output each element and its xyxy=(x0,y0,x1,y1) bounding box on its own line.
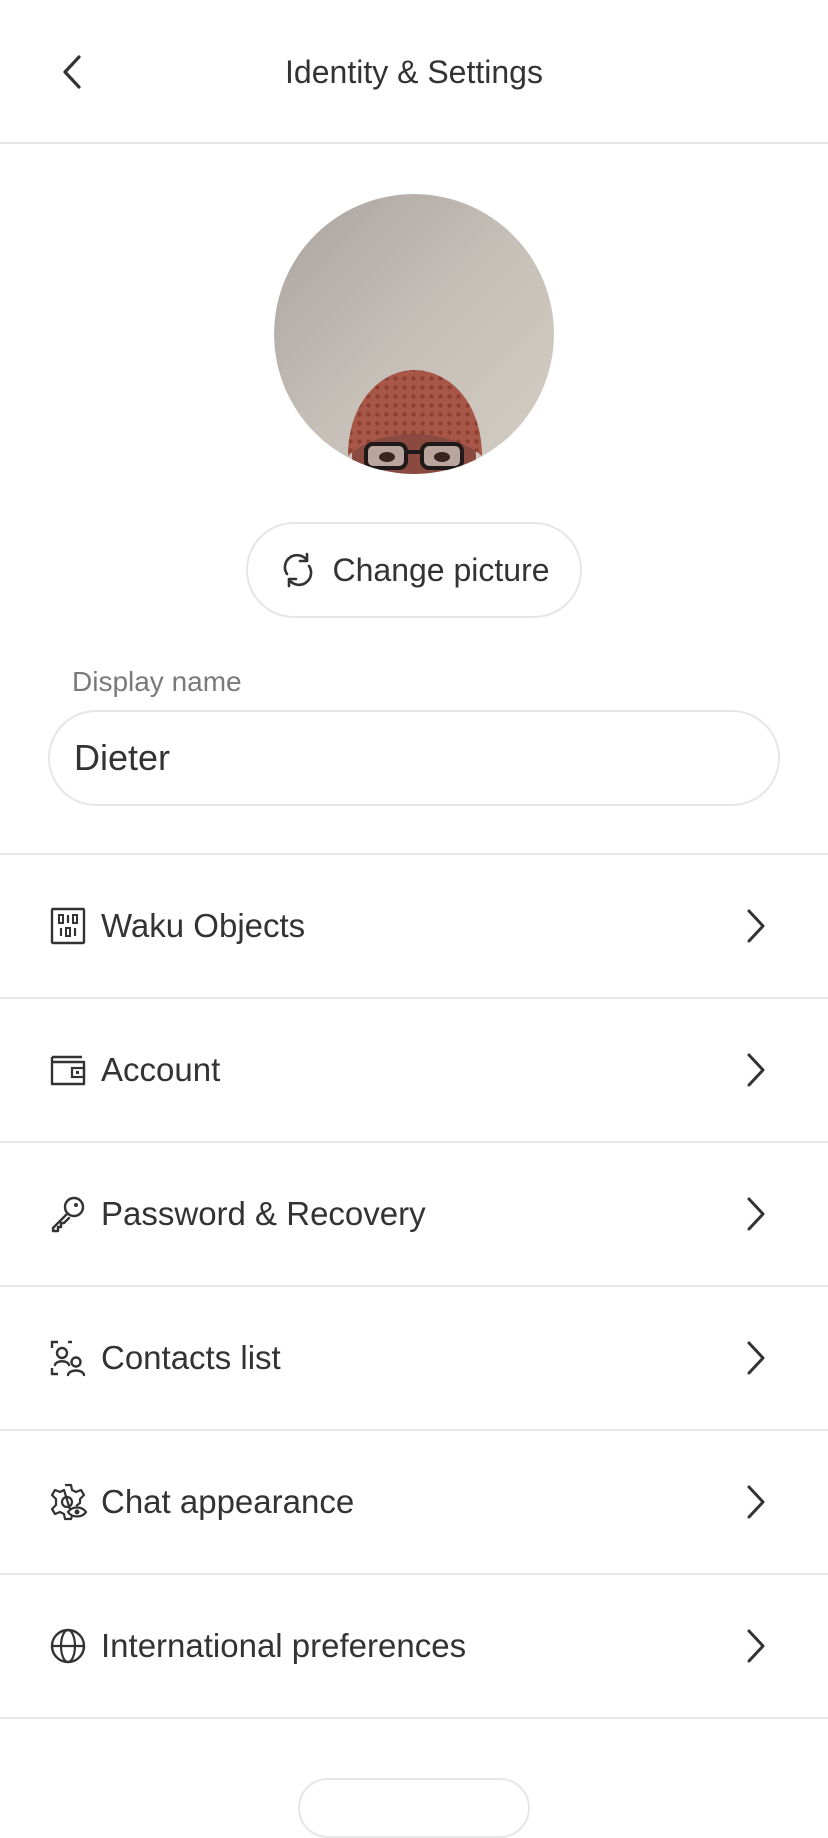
menu-item-contacts-list[interactable]: Contacts list xyxy=(0,1287,828,1431)
menu-item-label: Contacts list xyxy=(101,1339,281,1376)
display-name-input[interactable] xyxy=(48,710,780,806)
chevron-right-icon xyxy=(738,1194,774,1234)
chevron-right-icon xyxy=(738,1482,774,1522)
top-bar: Identity & Settings xyxy=(0,0,828,144)
chevron-right-icon xyxy=(738,1338,774,1378)
chevron-right-icon xyxy=(738,906,774,946)
menu-item-label: Account xyxy=(101,1051,221,1088)
menu-item-label: Chat appearance xyxy=(101,1483,355,1520)
change-picture-button[interactable]: Change picture xyxy=(246,522,582,618)
change-picture-label: Change picture xyxy=(332,551,550,588)
settings-view-icon xyxy=(48,1482,88,1522)
menu-item-international-preferences[interactable]: International preferences xyxy=(0,1575,828,1719)
avatar[interactable] xyxy=(274,194,554,474)
refresh-icon xyxy=(278,550,318,590)
menu-item-account[interactable]: Account xyxy=(0,999,828,1143)
menu-item-chat-appearance[interactable]: Chat appearance xyxy=(0,1431,828,1575)
contacts-icon xyxy=(48,1338,88,1378)
menu-item-password-recovery[interactable]: Password & Recovery xyxy=(0,1143,828,1287)
settings-menu: Waku Objects Account Password & Recovery xyxy=(0,853,828,1719)
wallet-icon xyxy=(48,1050,88,1090)
bottom-action-button[interactable] xyxy=(298,1778,530,1838)
display-name-label: Display name xyxy=(72,666,242,697)
chevron-right-icon xyxy=(738,1050,774,1090)
menu-item-label: International preferences xyxy=(101,1627,467,1664)
globe-icon xyxy=(48,1626,88,1666)
page-title: Identity & Settings xyxy=(285,54,543,90)
objects-grid-icon xyxy=(48,906,88,946)
menu-item-waku-objects[interactable]: Waku Objects xyxy=(0,855,828,999)
chevron-right-icon xyxy=(738,1626,774,1666)
key-icon xyxy=(48,1194,88,1234)
menu-item-label: Password & Recovery xyxy=(101,1195,426,1232)
menu-item-label: Waku Objects xyxy=(101,907,306,944)
